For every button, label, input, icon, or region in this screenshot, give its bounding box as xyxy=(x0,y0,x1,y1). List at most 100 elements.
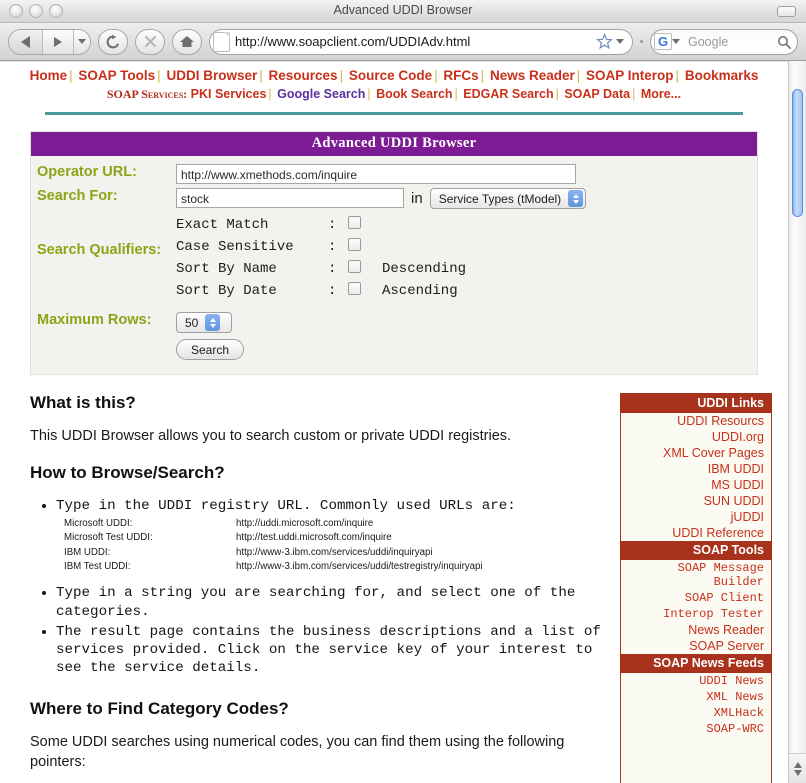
select-stepper-icon[interactable] xyxy=(205,314,221,331)
search-engine-dropdown-icon[interactable] xyxy=(672,39,680,44)
home-icon xyxy=(180,36,194,47)
paragraph-what-is-this: This UDDI Browser allows you to search c… xyxy=(30,428,512,444)
sidebar-link-soap-client[interactable]: SOAP Client xyxy=(621,590,771,606)
operator-url-label: Operator URL: xyxy=(37,164,137,180)
scroll-up-icon[interactable] xyxy=(793,761,802,768)
nav-sep: | xyxy=(555,87,559,101)
instruction-text: Type in the UDDI registry URL. Commonly … xyxy=(56,497,516,514)
nav-link-news-reader[interactable]: News Reader xyxy=(490,68,575,83)
registry-url: http://uddi.microsoft.com/inquire xyxy=(236,517,374,529)
browser-toolbar: http://www.soapclient.com/UDDIAdv.html G… xyxy=(0,23,806,61)
instructions-list: Type in the UDDI registry URL. Commonly … xyxy=(30,497,606,678)
qualifier-colon: : xyxy=(328,283,337,299)
nav-link-book-search[interactable]: Book Search xyxy=(376,87,452,101)
qualifiers-table: Exact Match : Case Sensitive : Sort By N… xyxy=(176,214,466,302)
sidebar-link-xml-news[interactable]: XML News xyxy=(621,689,771,705)
sort-by-date-checkbox[interactable] xyxy=(348,282,361,295)
sidebar-header-uddi-links: UDDI Links xyxy=(621,394,771,413)
operator-url-input[interactable]: http://www.xmethods.com/inquire xyxy=(176,164,576,184)
bookmark-dropdown-icon[interactable] xyxy=(616,39,624,44)
stop-button[interactable] xyxy=(135,28,165,55)
qualifier-label: Case Sensitive xyxy=(176,239,294,255)
search-button[interactable]: Search xyxy=(176,339,245,360)
sort-by-name-checkbox[interactable] xyxy=(348,260,361,273)
qualifier-colon: : xyxy=(328,261,337,277)
sidebar-link-news-reader[interactable]: News Reader xyxy=(621,622,771,638)
toolbar-separator-dot xyxy=(640,40,643,43)
nav-sep: | xyxy=(69,68,73,83)
sidebar-link-uddi-news[interactable]: UDDI News xyxy=(621,673,771,689)
case-sensitive-checkbox[interactable] xyxy=(348,238,361,251)
max-rows-select[interactable]: 50 xyxy=(176,312,232,333)
google-icon: G xyxy=(654,33,672,50)
star-icon[interactable] xyxy=(596,33,613,50)
sidebar-link-ms-uddi[interactable]: MS UDDI xyxy=(621,477,771,493)
nav-link-uddi-browser[interactable]: UDDI Browser xyxy=(166,68,257,83)
sidebar-link-uddi-reference[interactable]: UDDI Reference xyxy=(621,525,771,541)
nav-link-source-code[interactable]: Source Code xyxy=(349,68,432,83)
scrollbar-thumb[interactable] xyxy=(792,89,803,217)
title-bar: Advanced UDDI Browser xyxy=(0,0,806,23)
browser-window: Advanced UDDI Browser http://www.soapcli… xyxy=(0,0,806,783)
nav-link-home[interactable]: Home xyxy=(30,68,68,83)
nav-link-soap-interop[interactable]: SOAP Interop xyxy=(586,68,674,83)
sidebar-link-xml-cover-pages[interactable]: XML Cover Pages xyxy=(621,445,771,461)
nav-link-more[interactable]: More... xyxy=(641,87,681,101)
sidebar-link-interop-tester[interactable]: Interop Tester xyxy=(621,606,771,622)
site-navigation: Home | SOAP Tools | UDDI Browser | Resource… xyxy=(0,61,788,117)
sort-by-date-checkbox-cell xyxy=(348,282,382,300)
nav-link-google-search[interactable]: Google Search xyxy=(277,87,365,101)
scroll-down-icon[interactable] xyxy=(793,769,802,776)
nav-link-edgar-search[interactable]: EDGAR Search xyxy=(463,87,553,101)
history-dropdown-button[interactable] xyxy=(74,29,90,54)
address-bar-url: http://www.soapclient.com/UDDIAdv.html xyxy=(235,34,471,49)
vertical-scrollbar[interactable] xyxy=(788,61,806,783)
nav-link-soap-tools[interactable]: SOAP Tools xyxy=(78,68,155,83)
bookmark-controls[interactable] xyxy=(596,33,628,50)
paragraph-where-to-find: Some UDDI searches using numerical codes… xyxy=(30,734,565,770)
back-button[interactable] xyxy=(9,29,43,54)
sidebar-link-soap-message-builder[interactable]: SOAP Message Builder xyxy=(621,560,771,590)
nav-link-bookmarks[interactable]: Bookmarks xyxy=(685,68,759,83)
home-button[interactable] xyxy=(172,28,202,55)
category-select[interactable]: Service Types (tModel) xyxy=(429,188,587,209)
nav-link-pki-services[interactable]: PKI Services xyxy=(191,87,267,101)
main-columns: What is this? This UDDI Browser allows y… xyxy=(0,393,788,783)
nav-sep: | xyxy=(632,87,636,101)
search-input-placeholder[interactable]: Google xyxy=(680,35,777,49)
address-bar[interactable]: http://www.soapclient.com/UDDIAdv.html xyxy=(209,28,633,55)
sidebar-link-soap-wrc[interactable]: SOAP-WRC xyxy=(621,721,771,737)
forward-button[interactable] xyxy=(43,29,74,54)
nav-link-soap-data[interactable]: SOAP Data xyxy=(564,87,630,101)
toolbar-toggle-button[interactable] xyxy=(777,6,796,17)
nav-link-rfcs[interactable]: RFCs xyxy=(443,68,478,83)
select-stepper-icon[interactable] xyxy=(568,190,584,207)
navigation-button-group xyxy=(8,28,91,55)
sidebar-link-uddi-org[interactable]: UDDI.org xyxy=(621,429,771,445)
sidebar-link-ibm-uddi[interactable]: IBM UDDI xyxy=(621,461,771,477)
reload-button[interactable] xyxy=(98,28,128,55)
sidebar-link-soap-server[interactable]: SOAP Server xyxy=(621,638,771,654)
qualifier-colon: : xyxy=(328,217,337,233)
sidebar-header-soap-tools: SOAP Tools xyxy=(621,541,771,560)
registry-name: Microsoft UDDI: xyxy=(64,517,133,529)
heading-how-to-browse: How to Browse/Search? xyxy=(30,462,225,482)
search-for-input[interactable]: stock xyxy=(176,188,404,208)
search-for-row: Search For: stock in Service Types (tMod… xyxy=(31,188,757,210)
back-arrow-icon xyxy=(21,35,30,48)
case-sensitive-checkbox-cell xyxy=(348,238,382,256)
sidebar-link-sun-uddi[interactable]: SUN UDDI xyxy=(621,493,771,509)
nav-sep: | xyxy=(367,87,371,101)
exact-match-checkbox[interactable] xyxy=(348,216,361,229)
forward-arrow-icon xyxy=(54,36,62,47)
sidebar-link-juddi[interactable]: jUDDI xyxy=(621,509,771,525)
sidebar-link-xmlhack[interactable]: XMLHack xyxy=(621,705,771,721)
scrollbar-arrows[interactable] xyxy=(789,753,806,783)
search-bar[interactable]: G Google xyxy=(650,28,798,55)
instruction-item-1: Type in the UDDI registry URL. Commonly … xyxy=(56,497,606,575)
sort-by-name-checkbox-cell xyxy=(348,260,382,278)
nav-link-resources[interactable]: Resources xyxy=(269,68,338,83)
registry-name: IBM UDDI: xyxy=(64,546,111,558)
registry-name: Microsoft Test UDDI: xyxy=(64,532,153,544)
sidebar-link-uddi-resources[interactable]: UDDI Resourcs xyxy=(621,413,771,429)
